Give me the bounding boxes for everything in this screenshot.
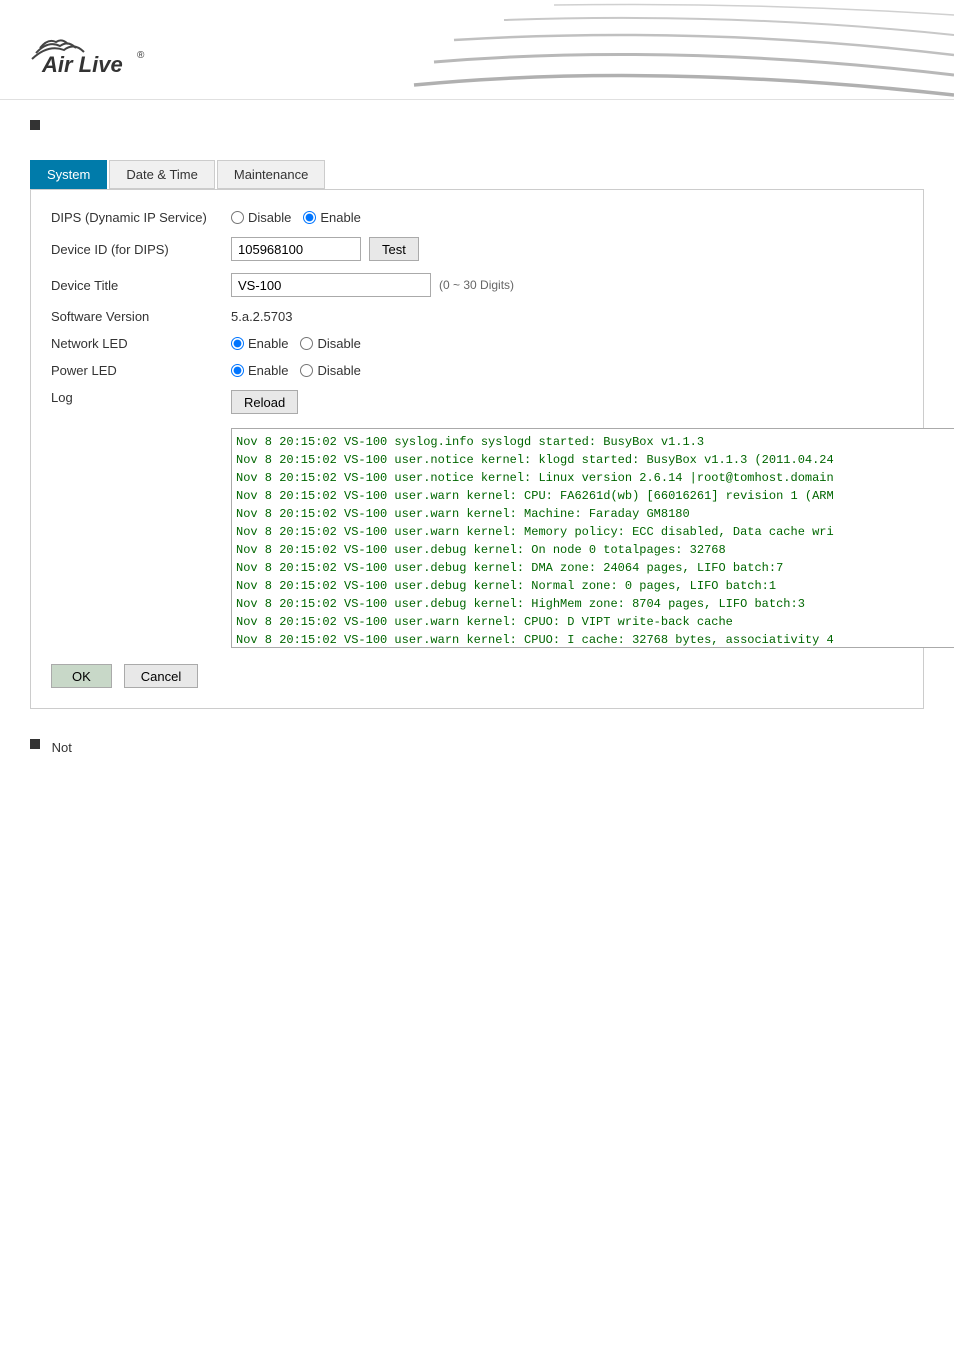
device-id-row: Device ID (for DIPS) Test: [51, 237, 903, 261]
power-led-disable-radio[interactable]: [300, 364, 313, 377]
power-led-row: Power LED Enable Disable: [51, 363, 903, 378]
log-line: Nov 8 20:15:02 VS-100 user.debug kernel:…: [236, 559, 954, 577]
log-output[interactable]: Nov 8 20:15:02 VS-100 syslog.info syslog…: [231, 428, 954, 648]
dips-label: DIPS (Dynamic IP Service): [51, 210, 231, 225]
log-row: Log Reload Nov 8 20:15:02 VS-100 syslog.…: [51, 390, 903, 648]
tab-maintenance[interactable]: Maintenance: [217, 160, 325, 189]
dips-disable-label: Disable: [248, 210, 291, 225]
device-title-row: Device Title (0 ~ 30 Digits): [51, 273, 903, 297]
network-led-disable-option[interactable]: Disable: [300, 336, 360, 351]
power-led-label: Power LED: [51, 363, 231, 378]
logo-area: Air Live ®: [30, 20, 160, 80]
log-line: Nov 8 20:15:02 VS-100 user.warn kernel: …: [236, 523, 954, 541]
device-title-control: (0 ~ 30 Digits): [231, 273, 514, 297]
device-id-label: Device ID (for DIPS): [51, 242, 231, 257]
log-line: Nov 8 20:15:02 VS-100 syslog.info syslog…: [236, 433, 954, 451]
power-led-disable-option[interactable]: Disable: [300, 363, 360, 378]
section1-bullet: [30, 120, 40, 130]
network-led-enable-label: Enable: [248, 336, 288, 351]
test-button[interactable]: Test: [369, 237, 419, 261]
log-line: Nov 8 20:15:02 VS-100 user.notice kernel…: [236, 451, 954, 469]
network-led-enable-radio[interactable]: [231, 337, 244, 350]
device-id-control: Test: [231, 237, 419, 261]
tab-system[interactable]: System: [30, 160, 107, 189]
device-id-input[interactable]: [231, 237, 361, 261]
power-led-disable-label: Disable: [317, 363, 360, 378]
svg-text:®: ®: [137, 50, 145, 61]
section2: Not: [30, 739, 924, 759]
section2-bullet: [30, 739, 40, 749]
tab-datetime[interactable]: Date & Time: [109, 160, 215, 189]
dips-disable-option[interactable]: Disable: [231, 210, 291, 225]
software-version-row: Software Version 5.a.2.5703: [51, 309, 903, 324]
airlive-logo: Air Live ®: [30, 20, 160, 80]
network-led-label: Network LED: [51, 336, 231, 351]
header: Air Live ®: [0, 0, 954, 100]
reload-button[interactable]: Reload: [231, 390, 298, 414]
power-led-enable-option[interactable]: Enable: [231, 363, 288, 378]
log-line: Nov 8 20:15:02 VS-100 user.debug kernel:…: [236, 595, 954, 613]
dips-disable-radio[interactable]: [231, 211, 244, 224]
software-version-value: 5.a.2.5703: [231, 309, 292, 324]
network-led-row: Network LED Enable Disable: [51, 336, 903, 351]
log-control: Reload Nov 8 20:15:02 VS-100 syslog.info…: [231, 390, 954, 648]
log-line: Nov 8 20:15:02 VS-100 user.warn kernel: …: [236, 505, 954, 523]
main-content: SystemDate & TimeMaintenance DIPS (Dynam…: [0, 100, 954, 779]
software-version-control: 5.a.2.5703: [231, 309, 292, 324]
power-led-enable-radio[interactable]: [231, 364, 244, 377]
svg-text:Air Live: Air Live: [41, 52, 123, 77]
device-title-input[interactable]: [231, 273, 431, 297]
log-line: Nov 8 20:15:02 VS-100 user.notice kernel…: [236, 469, 954, 487]
power-led-enable-label: Enable: [248, 363, 288, 378]
log-line: Nov 8 20:15:02 VS-100 user.warn kernel: …: [236, 631, 954, 648]
device-title-label: Device Title: [51, 278, 231, 293]
bottom-buttons: OK Cancel: [51, 664, 903, 688]
log-label: Log: [51, 390, 231, 405]
network-led-enable-option[interactable]: Enable: [231, 336, 288, 351]
not-text: Not: [52, 740, 72, 755]
log-line: Nov 8 20:15:02 VS-100 user.debug kernel:…: [236, 541, 954, 559]
dips-control: Disable Enable: [231, 210, 361, 225]
tabs-container: SystemDate & TimeMaintenance: [30, 160, 924, 189]
dips-enable-radio[interactable]: [303, 211, 316, 224]
dips-enable-option[interactable]: Enable: [303, 210, 360, 225]
dips-row: DIPS (Dynamic IP Service) Disable Enable: [51, 210, 903, 225]
log-line: Nov 8 20:15:02 VS-100 user.warn kernel: …: [236, 613, 954, 631]
network-led-disable-label: Disable: [317, 336, 360, 351]
log-line: Nov 8 20:15:02 VS-100 user.debug kernel:…: [236, 577, 954, 595]
power-led-control: Enable Disable: [231, 363, 361, 378]
brand-decoration: [354, 0, 954, 100]
software-version-label: Software Version: [51, 309, 231, 324]
cancel-button[interactable]: Cancel: [124, 664, 198, 688]
network-led-control: Enable Disable: [231, 336, 361, 351]
ok-button[interactable]: OK: [51, 664, 112, 688]
device-title-hint: (0 ~ 30 Digits): [439, 278, 514, 292]
form-panel: DIPS (Dynamic IP Service) Disable Enable…: [30, 189, 924, 709]
network-led-disable-radio[interactable]: [300, 337, 313, 350]
dips-enable-label: Enable: [320, 210, 360, 225]
section1: [30, 120, 924, 140]
log-line: Nov 8 20:15:02 VS-100 user.warn kernel: …: [236, 487, 954, 505]
